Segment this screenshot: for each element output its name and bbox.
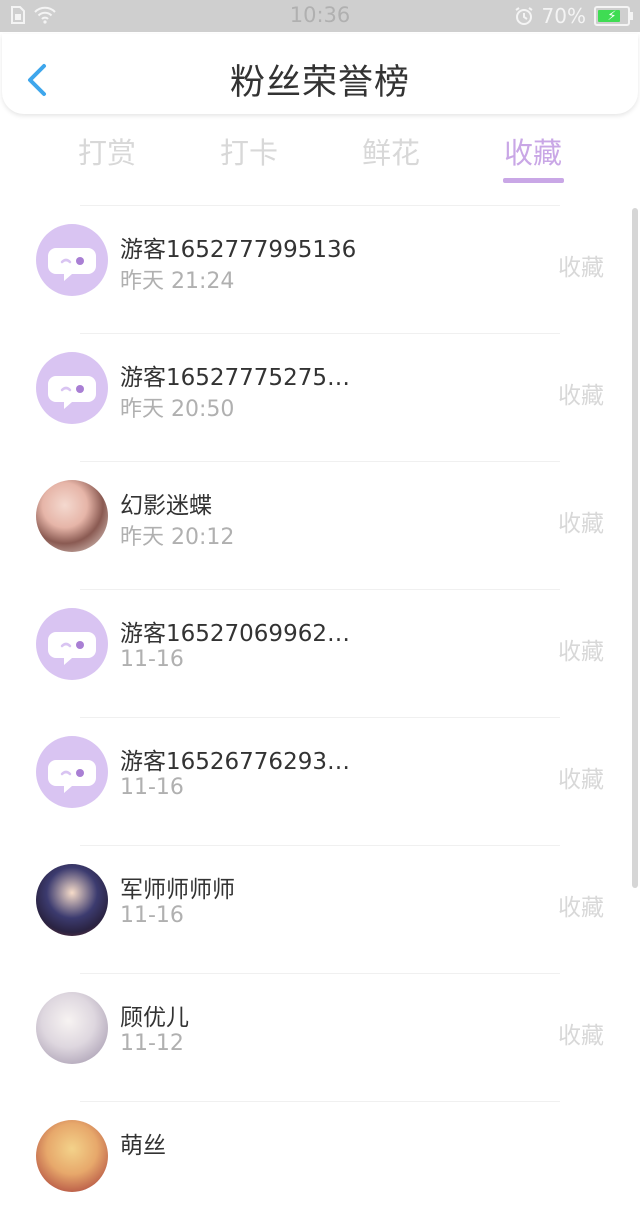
fan-name: 游客1652777995136 [120,237,357,263]
status-icons-right: 70% ⚡ [514,4,633,28]
guest-avatar[interactable] [36,608,108,680]
tab-checkin[interactable]: 打卡 [189,130,309,172]
guest-avatar[interactable] [36,224,108,296]
divider [80,973,560,974]
scrollbar[interactable] [632,208,638,888]
favorite-label: 收藏 [558,639,604,665]
divider [80,589,560,590]
tab-flowers[interactable]: 鲜花 [331,130,451,172]
user-avatar[interactable] [36,864,108,936]
battery-icon: ⚡ [594,6,633,26]
alarm-icon [514,7,533,25]
fan-time: 昨天 21:24 [120,269,235,294]
divider [80,333,560,334]
favorite-label: 收藏 [558,895,604,921]
list-item[interactable]: 游客165267762935… 11-16 收藏 [0,717,640,845]
fan-name: 幻影迷蝶 [120,493,212,519]
user-avatar[interactable] [36,992,108,1064]
list-item[interactable]: 萌丝 [0,1101,640,1229]
list-item[interactable]: 游客165270699629… 11-16 收藏 [0,589,640,717]
favorite-label: 收藏 [558,255,604,281]
list-item[interactable]: 幻影迷蝶 昨天 20:12 收藏 [0,461,640,589]
fan-time: 11-16 [120,775,184,800]
fan-name: 顾优儿 [120,1005,189,1031]
tab-reward[interactable]: 打赏 [47,130,167,172]
guest-avatar[interactable] [36,736,108,808]
fan-name: 游客165270699629… [120,621,360,647]
chat-bubble-icon [48,248,96,281]
navigation-header: 粉丝荣誉榜 [2,34,638,114]
list-item[interactable]: 军师师师师 11-16 收藏 [0,845,640,973]
favorite-label: 收藏 [558,767,604,793]
divider [80,845,560,846]
chat-bubble-icon [48,376,96,409]
favorite-label: 收藏 [558,383,604,409]
chat-bubble-icon [48,632,96,665]
tab-favorites[interactable]: 收藏 [473,130,593,172]
guest-avatar[interactable] [36,352,108,424]
list-item[interactable]: 游客1652777995136 昨天 21:24 收藏 [0,205,640,333]
fan-name: 游客165277752751… [120,365,360,391]
fan-time: 11-16 [120,903,184,928]
battery-percent: 70% [541,4,586,28]
user-avatar[interactable] [36,480,108,552]
divider [80,1101,560,1102]
fan-list[interactable]: 游客1652777995136 昨天 21:24 收藏 游客1652777527… [0,205,640,1229]
list-item[interactable]: 游客165277752751… 昨天 20:50 收藏 [0,333,640,461]
status-bar: 10:36 70% ⚡ [0,0,640,32]
fan-time: 11-16 [120,647,184,672]
fan-time: 昨天 20:50 [120,397,235,422]
divider [80,717,560,718]
fan-time: 11-12 [120,1031,184,1056]
divider [80,205,560,206]
favorite-label: 收藏 [558,1023,604,1049]
fan-name: 萌丝 [120,1133,166,1159]
divider [80,461,560,462]
fan-name: 游客165267762935… [120,749,360,775]
list-item[interactable]: 顾优儿 11-12 收藏 [0,973,640,1101]
user-avatar[interactable] [36,1120,108,1192]
page-title: 粉丝荣誉榜 [229,63,410,103]
fan-time: 昨天 20:12 [120,525,235,550]
fan-name: 军师师师师 [120,877,235,903]
chat-bubble-icon [48,760,96,793]
favorite-label: 收藏 [558,511,604,537]
active-tab-indicator [503,178,564,183]
